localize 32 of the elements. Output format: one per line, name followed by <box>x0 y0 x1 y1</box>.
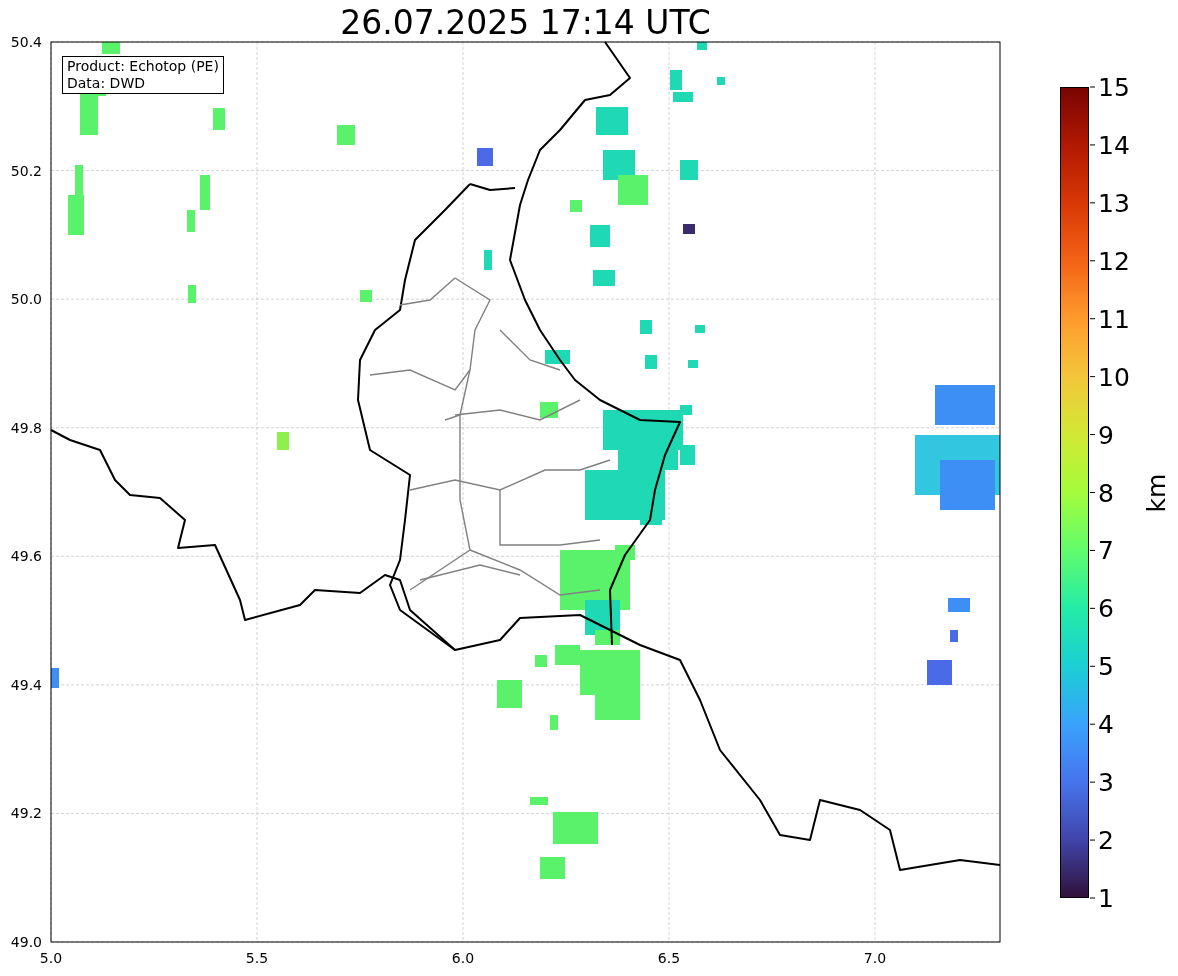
colorbar-tick-label: 13 <box>1098 188 1130 218</box>
colorbar-tick-label: 4 <box>1098 710 1114 740</box>
x-tick-label: 5.5 <box>245 950 269 966</box>
y-tick-label: 50.0 <box>10 291 42 308</box>
x-tick-label: 6.5 <box>657 950 681 966</box>
colorbar-tick-label: 7 <box>1098 536 1114 566</box>
colorbar-tick-label: 9 <box>1098 420 1114 450</box>
y-tick-label: 49.6 <box>10 548 42 565</box>
colorbar-label: km <box>1142 473 1171 513</box>
colorbar-tick-label: 2 <box>1098 826 1114 856</box>
info-text: Data: DWD <box>67 75 146 92</box>
plot-title: 26.07.2025 17:14 UTC <box>339 2 712 44</box>
x-tick-label: 7.0 <box>863 950 887 966</box>
colorbar-tick-label: 1 <box>1098 884 1114 913</box>
colorbar-tick-label: 8 <box>1098 478 1114 508</box>
y-tick-label: 49.8 <box>10 419 42 436</box>
x-tick-label: 6.0 <box>451 950 475 966</box>
colorbar-tick-label: 14 <box>1098 130 1130 160</box>
colorbar-tick-label: 11 <box>1098 304 1130 334</box>
colorbar-tick-label: 10 <box>1098 362 1130 392</box>
x-tick-label: 5.0 <box>39 950 63 966</box>
y-tick-label: 49.4 <box>10 676 42 693</box>
colorbar-tick-label: 12 <box>1098 246 1130 276</box>
colorbar-tick-label: 15 <box>1098 73 1130 102</box>
colorbar-tick-label: 6 <box>1098 594 1114 624</box>
y-tick-label: 50.2 <box>10 162 42 179</box>
y-tick-label: 49.0 <box>10 934 42 950</box>
colorbar-tick-label: 3 <box>1098 768 1114 798</box>
info-text: Product: Echotop (PE) <box>67 58 219 75</box>
y-tick-label: 50.4 <box>10 34 42 50</box>
y-tick-label: 49.2 <box>10 805 42 822</box>
colorbar-tick-label: 5 <box>1098 652 1114 682</box>
